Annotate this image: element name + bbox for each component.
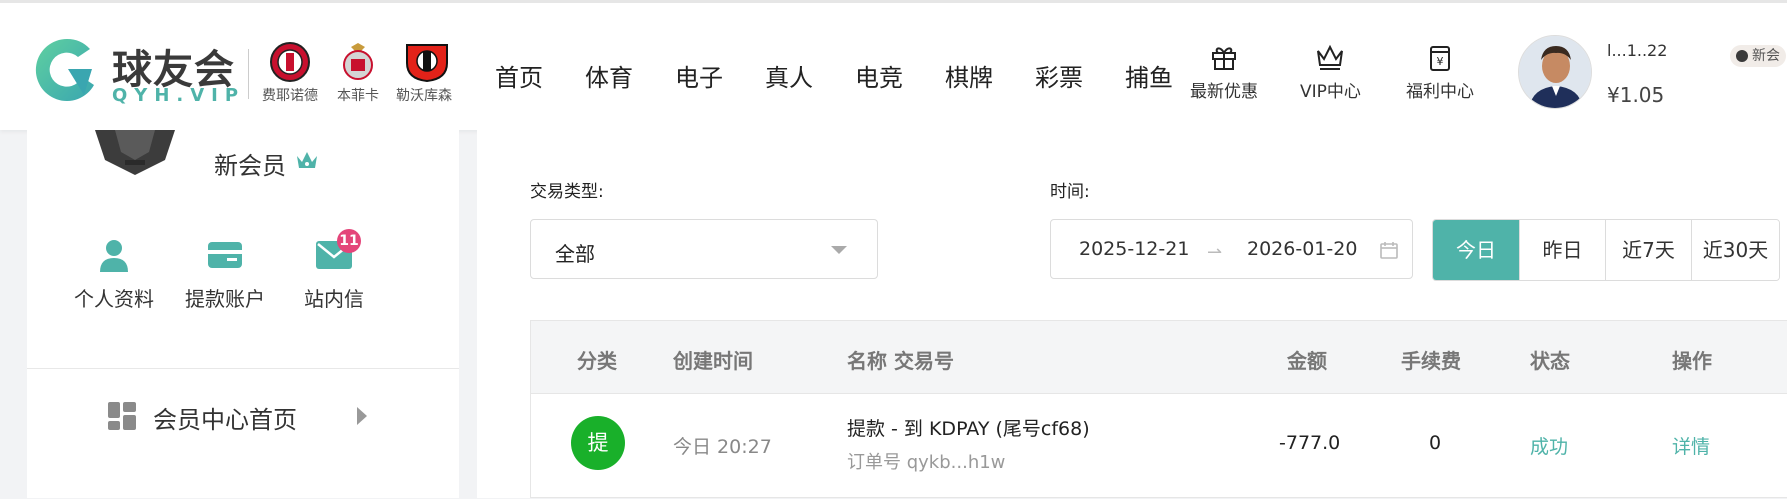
util-label: 福利中心 xyxy=(1406,82,1474,102)
quick-range-group: 今日 昨日 近7天 近30天 xyxy=(1432,219,1780,281)
club-benfica[interactable]: 本菲卡 xyxy=(337,41,379,105)
date-end[interactable]: 2026-01-20 xyxy=(1247,238,1357,260)
user-avatar[interactable] xyxy=(1518,35,1592,109)
home-link-label: 会员中心首页 xyxy=(153,406,297,434)
welfare-icon: ¥ xyxy=(1406,41,1474,73)
level-icon xyxy=(1736,50,1748,62)
sidebar-divider xyxy=(27,368,459,369)
inbox-link[interactable]: 11 站内信 xyxy=(279,229,389,312)
withdraw-account-link[interactable]: 提款账户 xyxy=(170,235,280,312)
top-bar: 球友会 QYH.VIP 费耶诺德 本菲卡 勒沃库森 首页 体育 电子 真人 电竞… xyxy=(0,0,1787,130)
nav-live-casino[interactable]: 真人 xyxy=(765,58,813,93)
nav-cards[interactable]: 棋牌 xyxy=(945,58,993,93)
calendar-icon xyxy=(1379,240,1399,264)
util-label: 最新优惠 xyxy=(1190,82,1258,102)
row-status: 成功 xyxy=(1530,436,1569,458)
club-label: 勒沃库森 xyxy=(396,88,452,104)
leverkusen-crest-icon xyxy=(403,41,448,83)
col-category: 分类 xyxy=(577,349,617,373)
table-row: 提 今日 20:27 提款 - 到 KDPAY (尾号cf68) 订单号 qyk… xyxy=(531,394,1787,499)
row-amount: -777.0 xyxy=(1279,432,1341,454)
nav-lottery[interactable]: 彩票 xyxy=(1035,58,1083,93)
member-sidebar: 新会员 个人资料 提款账户 11 站内信 会员中心首页 xyxy=(27,130,459,498)
row-name: 提款 - 到 KDPAY (尾号cf68) xyxy=(847,418,1090,440)
vip-crown-icon xyxy=(295,150,319,174)
side-link-label: 个人资料 xyxy=(74,287,154,311)
svg-text:¥: ¥ xyxy=(1437,55,1444,68)
user-balance: ¥1.05 xyxy=(1607,83,1665,107)
table-header: 分类 创建时间 名称 交易号 金额 手续费 状态 操作 xyxy=(531,321,1787,394)
member-avatar-icon xyxy=(85,130,185,175)
club-leverkusen[interactable]: 勒沃库森 xyxy=(396,41,452,105)
chevron-down-icon xyxy=(831,246,847,254)
benfica-crest-icon xyxy=(337,41,379,83)
user-icon xyxy=(59,235,169,275)
welfare-center-link[interactable]: ¥ 福利中心 xyxy=(1406,41,1474,102)
logo-subtext: QYH.VIP xyxy=(112,85,246,106)
transactions-panel: 交易类型: 全部 时间: 2025-12-21 ⇀ 2026-01-20 今日 … xyxy=(477,130,1787,498)
side-link-label: 提款账户 xyxy=(185,287,265,311)
col-status: 状态 xyxy=(1530,349,1570,373)
withdraw-category-badge: 提 xyxy=(571,416,625,470)
vip-center-link[interactable]: VIP中心 xyxy=(1300,41,1361,102)
user-level-badge: 新会 xyxy=(1730,45,1786,67)
personal-profile-link[interactable]: 个人资料 xyxy=(59,235,169,312)
nav-slots[interactable]: 电子 xyxy=(675,58,723,93)
main-nav: 首页 体育 电子 真人 电竞 棋牌 彩票 捕鱼 xyxy=(495,58,1215,93)
expand-arrow-icon[interactable] xyxy=(357,407,367,425)
col-name-txid: 名称 交易号 xyxy=(847,349,954,373)
unread-count-badge: 11 xyxy=(337,229,361,253)
transactions-table: 分类 创建时间 名称 交易号 金额 手续费 状态 操作 提 今日 20:27 提… xyxy=(530,320,1787,498)
time-filter-label: 时间: xyxy=(1050,182,1090,202)
club-label: 费耶诺德 xyxy=(262,88,318,104)
crown-icon xyxy=(1300,41,1361,73)
col-fee: 手续费 xyxy=(1401,349,1461,373)
site-logo[interactable]: 球友会 QYH.VIP xyxy=(32,33,242,113)
select-value: 全部 xyxy=(555,242,595,266)
club-feyenoord[interactable]: 费耶诺德 xyxy=(262,41,318,105)
quick-yesterday-button[interactable]: 昨日 xyxy=(1519,220,1605,280)
club-label: 本菲卡 xyxy=(337,88,379,104)
logo-divider xyxy=(248,49,249,99)
util-label: VIP中心 xyxy=(1300,82,1361,102)
transaction-type-select[interactable]: 全部 xyxy=(530,219,878,279)
row-details-link[interactable]: 详情 xyxy=(1672,432,1710,459)
type-filter-label: 交易类型: xyxy=(530,182,604,202)
member-center-home-link[interactable]: 会员中心首页 xyxy=(107,400,297,435)
dashboard-icon xyxy=(107,401,137,435)
quick-30days-button[interactable]: 近30天 xyxy=(1691,220,1779,280)
mail-icon: 11 xyxy=(279,229,389,275)
gift-icon xyxy=(1190,41,1258,73)
side-link-label: 站内信 xyxy=(304,287,364,311)
nav-esports[interactable]: 电竞 xyxy=(855,58,903,93)
col-amount: 金额 xyxy=(1287,349,1327,373)
row-order-no: 订单号 qykb...h1w xyxy=(847,452,1006,473)
row-time: 今日 20:27 xyxy=(673,436,772,458)
nav-sports[interactable]: 体育 xyxy=(585,58,633,93)
member-level-title: 新会员 xyxy=(214,152,286,180)
logo-mark-icon xyxy=(35,38,94,101)
feyenoord-crest-icon xyxy=(269,41,311,83)
col-created-time: 创建时间 xyxy=(673,349,753,373)
user-name: l...1..22 xyxy=(1607,41,1668,60)
promotions-link[interactable]: 最新优惠 xyxy=(1190,41,1258,102)
row-fee: 0 xyxy=(1429,432,1442,454)
date-range-picker[interactable]: 2025-12-21 ⇀ 2026-01-20 xyxy=(1050,219,1413,279)
nav-home[interactable]: 首页 xyxy=(495,58,543,93)
nav-fishing[interactable]: 捕鱼 xyxy=(1125,58,1173,93)
date-start[interactable]: 2025-12-21 xyxy=(1079,238,1189,260)
quick-7days-button[interactable]: 近7天 xyxy=(1605,220,1691,280)
range-arrow-icon: ⇀ xyxy=(1207,242,1223,263)
card-icon xyxy=(170,235,280,275)
quick-today-button[interactable]: 今日 xyxy=(1433,220,1519,280)
col-action: 操作 xyxy=(1672,349,1712,373)
